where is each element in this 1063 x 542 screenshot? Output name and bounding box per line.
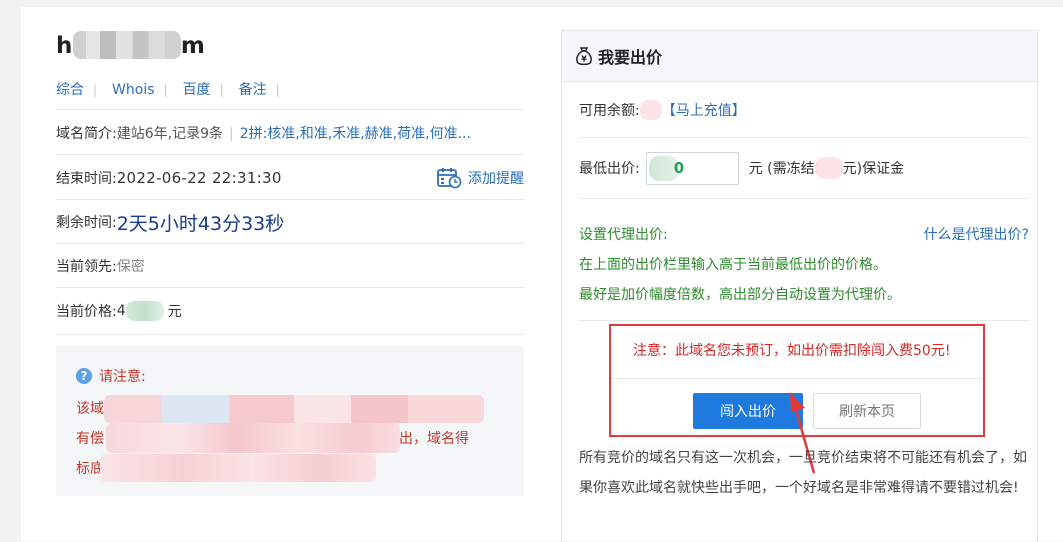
tab-baidu[interactable]: 百度 — [183, 82, 211, 98]
intro-row: 域名简介: 建站6年,记录9条 | 2拼:核准,和准,禾准,赫准,荷准,何准... — [56, 109, 524, 155]
price-prefix: 4 — [116, 303, 126, 319]
calendar-clock-icon — [437, 167, 462, 188]
remaining-label: 剩余时间: — [56, 215, 117, 231]
notice-line-1: 该域 — [76, 401, 104, 417]
end-time-value: 2022-06-22 22:31:30 — [116, 168, 282, 187]
svg-text:¥: ¥ — [581, 54, 587, 63]
proxy-line-1: 在上面的出价栏里输入高于当前最低出价的价格。 — [579, 257, 887, 273]
bid-amount-input[interactable]: 0 — [645, 151, 739, 185]
bid-title: 我要出价 — [598, 48, 663, 67]
bid-header: ¥ 我要出价 — [562, 31, 1037, 82]
redacted-balance — [639, 99, 662, 120]
domain-tabs: 综合 | Whois | 百度 | 备注 | — [56, 82, 280, 98]
add-reminder-button[interactable]: 添加提醒 — [437, 167, 524, 189]
question-icon: ? — [76, 368, 92, 384]
notice-line-2-end: 出，域名得 — [399, 431, 469, 447]
redacted-deposit — [814, 157, 843, 179]
price-row: 当前价格: 4 元 — [56, 287, 524, 335]
leader-value: 保密 — [116, 259, 145, 275]
notice-title: 请注意: — [99, 369, 146, 385]
redacted-price — [125, 301, 164, 321]
leader-row: 当前领先: 保密 — [56, 243, 524, 288]
redacted-domain — [72, 31, 181, 59]
balance-row: 可用余额: 【马上充值】 — [579, 82, 1029, 138]
divider — [611, 378, 983, 379]
recharge-link[interactable]: 【马上充值】 — [662, 100, 746, 120]
balance-label: 可用余额: — [579, 102, 640, 119]
deposit-text-pre: 元 (需冻结 — [748, 161, 815, 177]
money-bag-icon: ¥ — [576, 46, 592, 65]
price-label: 当前价格: — [56, 304, 117, 320]
bid-amount-digit: 0 — [673, 158, 685, 177]
remaining-value: 2天5小时43分33秒 — [116, 212, 285, 235]
intro-label: 域名简介: — [56, 125, 117, 142]
intro-age: 建站6年,记录9条 — [116, 125, 223, 142]
deposit-text-post: 元)保证金 — [842, 161, 905, 177]
price-unit: 元 — [167, 304, 182, 320]
bid-panel: ¥ 我要出价 可用余额: 【马上充值】 最低出价: 0 元 (需冻结 元)保证金… — [561, 30, 1038, 542]
redacted-notice — [104, 395, 484, 423]
proxy-line-2: 最好是加价幅度倍数，高出部分自动设置为代理价。 — [579, 287, 901, 303]
proxy-bid-section: 设置代理出价: 什么是代理出价? 在上面的出价栏里输入高于当前最低出价的价格。 … — [579, 220, 1029, 310]
proxy-help-link[interactable]: 什么是代理出价? — [924, 220, 1029, 250]
refresh-page-button[interactable]: 刷新本页 — [813, 393, 921, 429]
domain-suffix: m — [180, 33, 206, 59]
divider — [579, 320, 1029, 321]
domain-title: hm — [56, 31, 205, 59]
min-bid-label: 最低出价: — [579, 161, 640, 177]
warning-text: 注意：此域名您未预订，如出价需扣除闯入费50元! — [633, 343, 951, 359]
intrude-bid-button[interactable]: 闯入出价 — [693, 393, 803, 429]
notice-line-2-start: 有偿 — [76, 431, 104, 447]
domain-prefix: h — [56, 33, 73, 59]
end-time-label: 结束时间: — [56, 170, 117, 187]
leader-label: 当前领先: — [56, 259, 117, 275]
end-time-row: 结束时间: 2022-06-22 22:31:30 添加提醒 — [56, 154, 524, 200]
auction-card: hm 综合 | Whois | 百度 | 备注 | 域名简介: 建站6年,记录9条 | 2拼:核准… — [21, 7, 1063, 542]
intro-pinyin[interactable]: 2拼:核准,和准,禾准,赫准,荷准,何准... — [240, 126, 471, 142]
bid-footer-text: 所有竞价的域名只有这一次机会，一旦竞价结束将不可能还有机会了，如果你喜欢此域名就… — [579, 450, 1027, 496]
tab-notes[interactable]: 备注 — [239, 82, 267, 98]
remaining-row: 剩余时间: 2天5小时43分33秒 — [56, 199, 524, 244]
min-bid-row: 最低出价: 0 元 (需冻结 元)保证金 — [579, 138, 1029, 199]
tab-whois[interactable]: Whois — [112, 82, 154, 98]
add-reminder-label: 添加提醒 — [468, 170, 524, 187]
notice-panel: ? 请注意: 该域 有偿 出，域名得 标底 — [56, 346, 524, 496]
tab-overview[interactable]: 综合 — [56, 82, 84, 98]
